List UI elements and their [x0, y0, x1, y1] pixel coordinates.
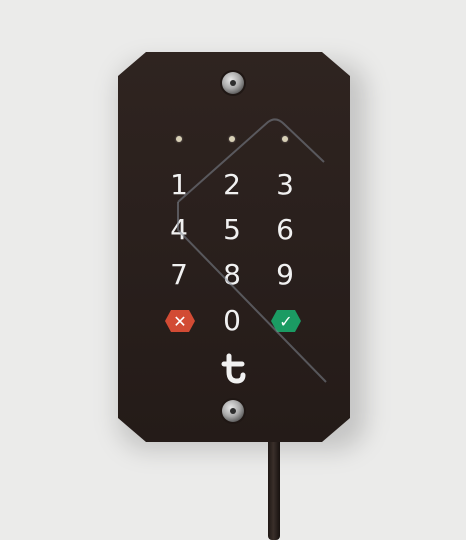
key-9[interactable]: 9 [268, 258, 302, 292]
bottom-screw-icon [222, 400, 244, 422]
key-8[interactable]: 8 [215, 258, 249, 292]
device-cable [268, 430, 280, 540]
key-1[interactable]: 1 [162, 168, 196, 202]
key-5[interactable]: 5 [215, 213, 249, 247]
key-4[interactable]: 4 [162, 213, 196, 247]
lock-handle-logo-icon [221, 353, 246, 384]
key-6[interactable]: 6 [268, 213, 302, 247]
key-3[interactable]: 3 [268, 168, 302, 202]
key-0[interactable]: 0 [215, 304, 249, 338]
key-7[interactable]: 7 [162, 258, 196, 292]
product-scene: 1 2 3 4 5 6 7 8 9 ✕ 0 ✓ [0, 0, 466, 540]
status-led-1 [176, 136, 182, 142]
confirm-button[interactable]: ✓ [271, 310, 301, 332]
status-led-2 [229, 136, 235, 142]
status-led-3 [282, 136, 288, 142]
keypad-device: 1 2 3 4 5 6 7 8 9 ✕ 0 ✓ [118, 52, 350, 442]
top-screw-icon [222, 72, 244, 94]
confirm-icon: ✓ [279, 311, 293, 331]
cancel-button[interactable]: ✕ [165, 310, 195, 332]
cancel-icon: ✕ [173, 311, 187, 331]
key-2[interactable]: 2 [215, 168, 249, 202]
